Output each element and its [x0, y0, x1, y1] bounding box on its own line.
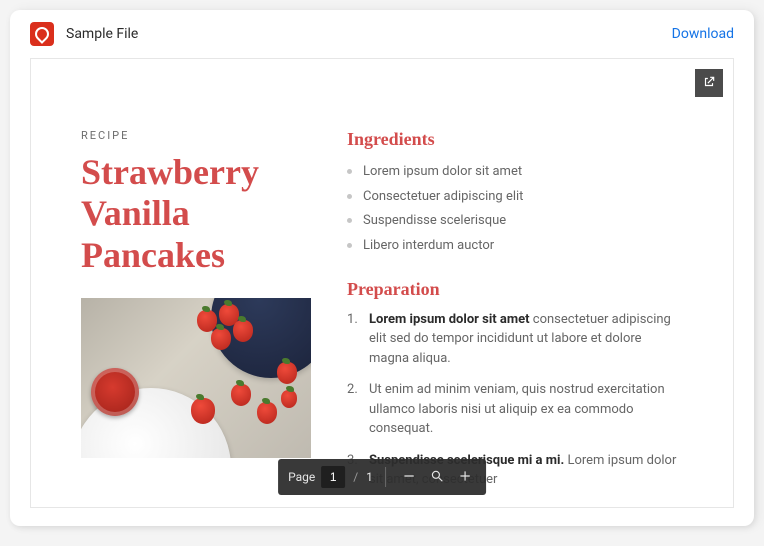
- page-total: 1: [366, 470, 373, 484]
- pdf-embed-frame: Sample File Download RECIPE Strawberry V…: [10, 10, 754, 526]
- open-external-button[interactable]: [695, 69, 723, 97]
- magnifier-icon: [430, 469, 444, 486]
- zoom-out-button[interactable]: [398, 466, 420, 488]
- file-title: Sample File: [66, 26, 138, 42]
- recipe-photo: [81, 298, 311, 458]
- download-link[interactable]: Download: [672, 26, 734, 42]
- minus-icon: [402, 469, 416, 486]
- list-item: Consectetuer adipiscing elit: [347, 185, 683, 210]
- document-page: RECIPE Strawberry Vanilla Pancakes: [31, 59, 733, 502]
- overline: RECIPE: [81, 129, 311, 142]
- zoom-in-button[interactable]: [454, 466, 476, 488]
- topbar: Sample File Download: [10, 10, 754, 58]
- list-item: Ut enim ad minim veniam, quis nostrud ex…: [347, 380, 683, 439]
- recipe-title: Strawberry Vanilla Pancakes: [81, 152, 311, 276]
- plus-icon: [458, 469, 472, 486]
- list-item: Lorem ipsum dolor sit amet consectetuer …: [347, 310, 683, 369]
- pdf-icon: [30, 22, 54, 46]
- list-item: Libero interdum auctor: [347, 234, 683, 259]
- ingredients-list: Lorem ipsum dolor sit amet Consectetuer …: [347, 160, 683, 259]
- toolbar-divider: [385, 467, 386, 487]
- zoom-reset-button[interactable]: [426, 466, 448, 488]
- pdf-toolbar: Page / 1: [278, 459, 486, 495]
- ingredients-heading: Ingredients: [347, 129, 683, 150]
- open-external-icon: [702, 74, 716, 93]
- document-viewer: RECIPE Strawberry Vanilla Pancakes: [30, 58, 734, 508]
- list-item: Suspendisse scelerisque: [347, 209, 683, 234]
- page-separator: /: [353, 470, 358, 484]
- page-label: Page: [288, 470, 315, 484]
- page-number-input[interactable]: [321, 466, 345, 488]
- preparation-heading: Preparation: [347, 279, 683, 300]
- list-item: Lorem ipsum dolor sit amet: [347, 160, 683, 185]
